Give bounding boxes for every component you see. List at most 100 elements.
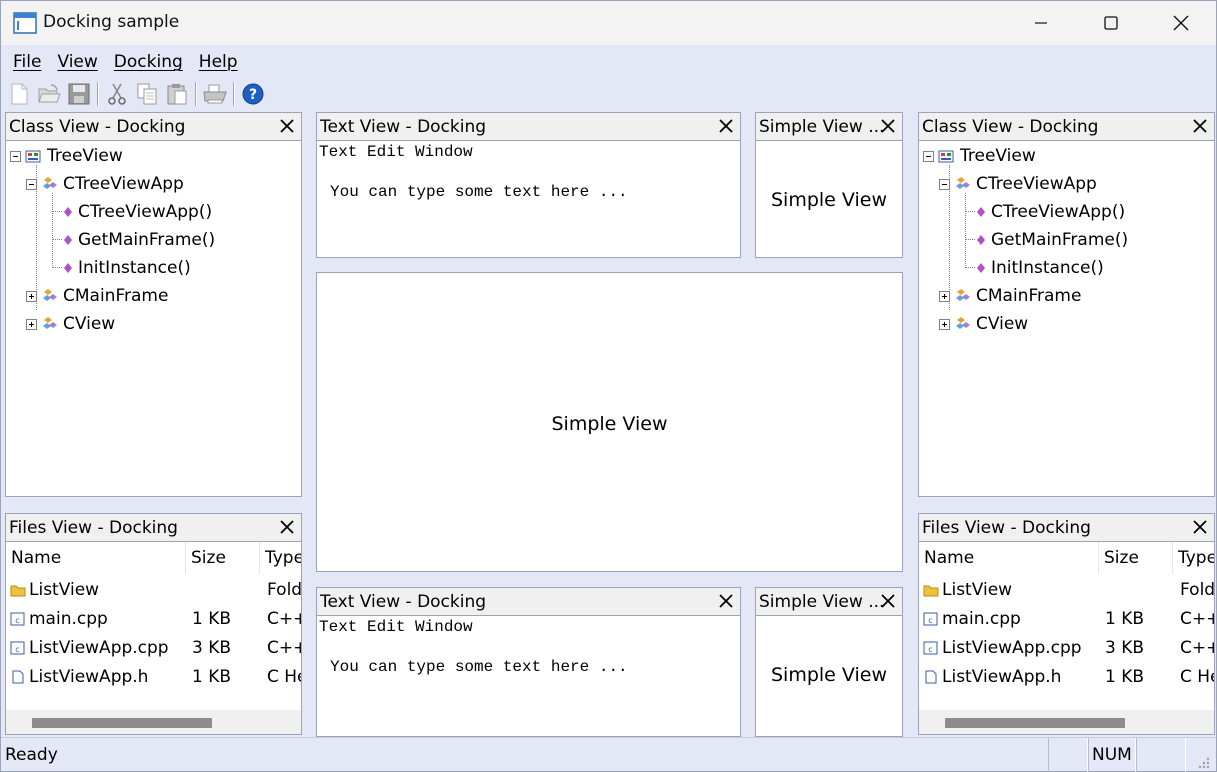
column-header-name[interactable]: Name bbox=[6, 542, 186, 574]
column-header-type[interactable]: Type bbox=[260, 542, 301, 574]
tree-node-cview[interactable]: CView bbox=[939, 311, 1028, 337]
num-lock-indicator: NUM bbox=[1092, 745, 1132, 765]
column-header-size[interactable]: Size bbox=[1099, 542, 1173, 574]
class-icon bbox=[43, 317, 57, 329]
pane-header[interactable]: Files View - Docking bbox=[919, 514, 1214, 542]
tree-node-app-class[interactable]: CTreeViewApp bbox=[26, 171, 184, 197]
tree-label: GetMainFrame() bbox=[991, 230, 1129, 250]
cpp-file-icon: c bbox=[923, 612, 938, 626]
collapse-icon[interactable] bbox=[939, 178, 950, 190]
class-view-pane-right: Class View - Docking TreeView CTreeViewA… bbox=[918, 112, 1215, 497]
close-pane-icon[interactable] bbox=[718, 593, 734, 609]
tree-node-member[interactable]: GetMainFrame() bbox=[975, 227, 1128, 253]
expand-icon[interactable] bbox=[26, 318, 37, 330]
tree-node-treeview[interactable]: TreeView bbox=[10, 143, 123, 169]
column-header-name[interactable]: Name bbox=[919, 542, 1099, 574]
text-line: Text Edit Window bbox=[319, 618, 473, 636]
files-view-pane-left: Files View - Docking Name Size Type List… bbox=[5, 513, 302, 735]
horizontal-scrollbar[interactable] bbox=[919, 710, 1214, 734]
pane-header[interactable]: Text View - Docking bbox=[317, 113, 740, 141]
expand-icon[interactable] bbox=[939, 318, 950, 330]
collapse-icon[interactable] bbox=[26, 178, 37, 190]
print-button[interactable] bbox=[201, 80, 229, 108]
list-item[interactable]: c ListViewApp.cpp bbox=[10, 634, 169, 662]
tree-node-member[interactable]: CTreeViewApp() bbox=[62, 199, 212, 225]
tree-node-member[interactable]: CTreeViewApp() bbox=[975, 199, 1125, 225]
tree-label: CTreeViewApp bbox=[976, 174, 1097, 194]
pane-header[interactable]: Class View - Docking bbox=[6, 113, 301, 141]
horizontal-scrollbar[interactable] bbox=[6, 710, 301, 734]
tree-node-member[interactable]: InitInstance() bbox=[975, 255, 1104, 281]
list-item[interactable]: ListView bbox=[10, 576, 99, 604]
pane-header[interactable]: Simple View ... bbox=[756, 588, 902, 616]
list-item[interactable]: ListViewApp.h bbox=[10, 663, 148, 691]
tree-node-member[interactable]: InitInstance() bbox=[62, 255, 191, 281]
method-icon bbox=[977, 207, 985, 217]
center-simple-view[interactable]: Simple View bbox=[316, 272, 903, 572]
close-pane-icon[interactable] bbox=[1192, 118, 1208, 134]
list-item[interactable]: ListView bbox=[923, 576, 1012, 604]
menu-file[interactable]: File bbox=[5, 49, 49, 75]
class-tree[interactable]: TreeView CTreeViewApp CTreeViewApp() Get… bbox=[919, 141, 1214, 496]
expand-icon[interactable] bbox=[939, 290, 950, 302]
close-pane-icon[interactable] bbox=[880, 118, 896, 134]
paste-button[interactable] bbox=[163, 80, 191, 108]
close-pane-icon[interactable] bbox=[1192, 519, 1208, 535]
list-item[interactable]: c ListViewApp.cpp bbox=[923, 634, 1082, 662]
tree-label: CMainFrame bbox=[63, 286, 169, 306]
tree-label: CTreeViewApp() bbox=[991, 202, 1126, 222]
class-icon bbox=[43, 289, 57, 301]
collapse-icon[interactable] bbox=[10, 150, 21, 162]
menu-docking[interactable]: Docking bbox=[106, 49, 191, 75]
close-pane-icon[interactable] bbox=[279, 519, 295, 535]
pane-header[interactable]: Files View - Docking bbox=[6, 514, 301, 542]
text-edit-area[interactable]: Text Edit Window You can type some text … bbox=[317, 141, 740, 257]
save-button[interactable] bbox=[65, 80, 93, 108]
close-pane-icon[interactable] bbox=[718, 118, 734, 134]
file-list[interactable]: Name Size Type ListView Fold c main.cpp … bbox=[919, 542, 1214, 734]
list-item[interactable]: c main.cpp bbox=[10, 605, 108, 633]
close-pane-icon[interactable] bbox=[279, 118, 295, 134]
help-icon: ? bbox=[242, 83, 264, 105]
tree-node-app-class[interactable]: CTreeViewApp bbox=[939, 171, 1097, 197]
scrollbar-thumb[interactable] bbox=[945, 718, 1125, 728]
new-button[interactable] bbox=[5, 80, 33, 108]
scrollbar-thumb[interactable] bbox=[32, 718, 212, 728]
list-item[interactable]: c main.cpp bbox=[923, 605, 1021, 633]
class-icon bbox=[956, 177, 970, 189]
file-list[interactable]: Name Size Type ListView Fold c main.cpp … bbox=[6, 542, 301, 734]
copy-button[interactable] bbox=[133, 80, 161, 108]
simple-view-area[interactable]: Simple View bbox=[756, 616, 902, 736]
pane-header[interactable]: Text View - Docking bbox=[317, 588, 740, 616]
method-icon bbox=[977, 263, 985, 273]
title-bar[interactable]: Docking sample bbox=[1, 1, 1216, 45]
expand-icon[interactable] bbox=[26, 290, 37, 302]
pane-header[interactable]: Class View - Docking bbox=[919, 113, 1214, 141]
list-item[interactable]: ListViewApp.h bbox=[923, 663, 1061, 691]
text-edit-area[interactable]: Text Edit Window You can type some text … bbox=[317, 616, 740, 736]
file-type: C++ bbox=[1180, 638, 1214, 658]
tree-node-mainframe[interactable]: CMainFrame bbox=[939, 283, 1081, 309]
close-window-button[interactable] bbox=[1146, 1, 1216, 45]
column-header-type[interactable]: Type bbox=[1173, 542, 1214, 574]
cut-button[interactable] bbox=[103, 80, 131, 108]
simple-view-area[interactable]: Simple View bbox=[756, 141, 902, 257]
maximize-button[interactable] bbox=[1076, 1, 1146, 45]
tree-node-mainframe[interactable]: CMainFrame bbox=[26, 283, 168, 309]
close-pane-icon[interactable] bbox=[880, 593, 896, 609]
open-button[interactable] bbox=[35, 80, 63, 108]
column-header-size[interactable]: Size bbox=[186, 542, 260, 574]
tree-node-member[interactable]: GetMainFrame() bbox=[62, 227, 215, 253]
help-button[interactable]: ? bbox=[239, 80, 267, 108]
pane-header[interactable]: Simple View ... bbox=[756, 113, 902, 141]
class-tree[interactable]: TreeView CTreeViewApp CTreeViewApp() Get… bbox=[6, 141, 301, 496]
tree-node-cview[interactable]: CView bbox=[26, 311, 115, 337]
tree-label: InitInstance() bbox=[78, 258, 191, 278]
menu-help[interactable]: Help bbox=[191, 49, 246, 75]
tree-node-treeview[interactable]: TreeView bbox=[923, 143, 1036, 169]
pane-title: Class View - Docking bbox=[922, 117, 1099, 137]
menu-view[interactable]: View bbox=[49, 49, 105, 75]
minimize-button[interactable] bbox=[1006, 1, 1076, 45]
resize-grip-icon[interactable] bbox=[1197, 756, 1211, 770]
collapse-icon[interactable] bbox=[923, 150, 934, 162]
